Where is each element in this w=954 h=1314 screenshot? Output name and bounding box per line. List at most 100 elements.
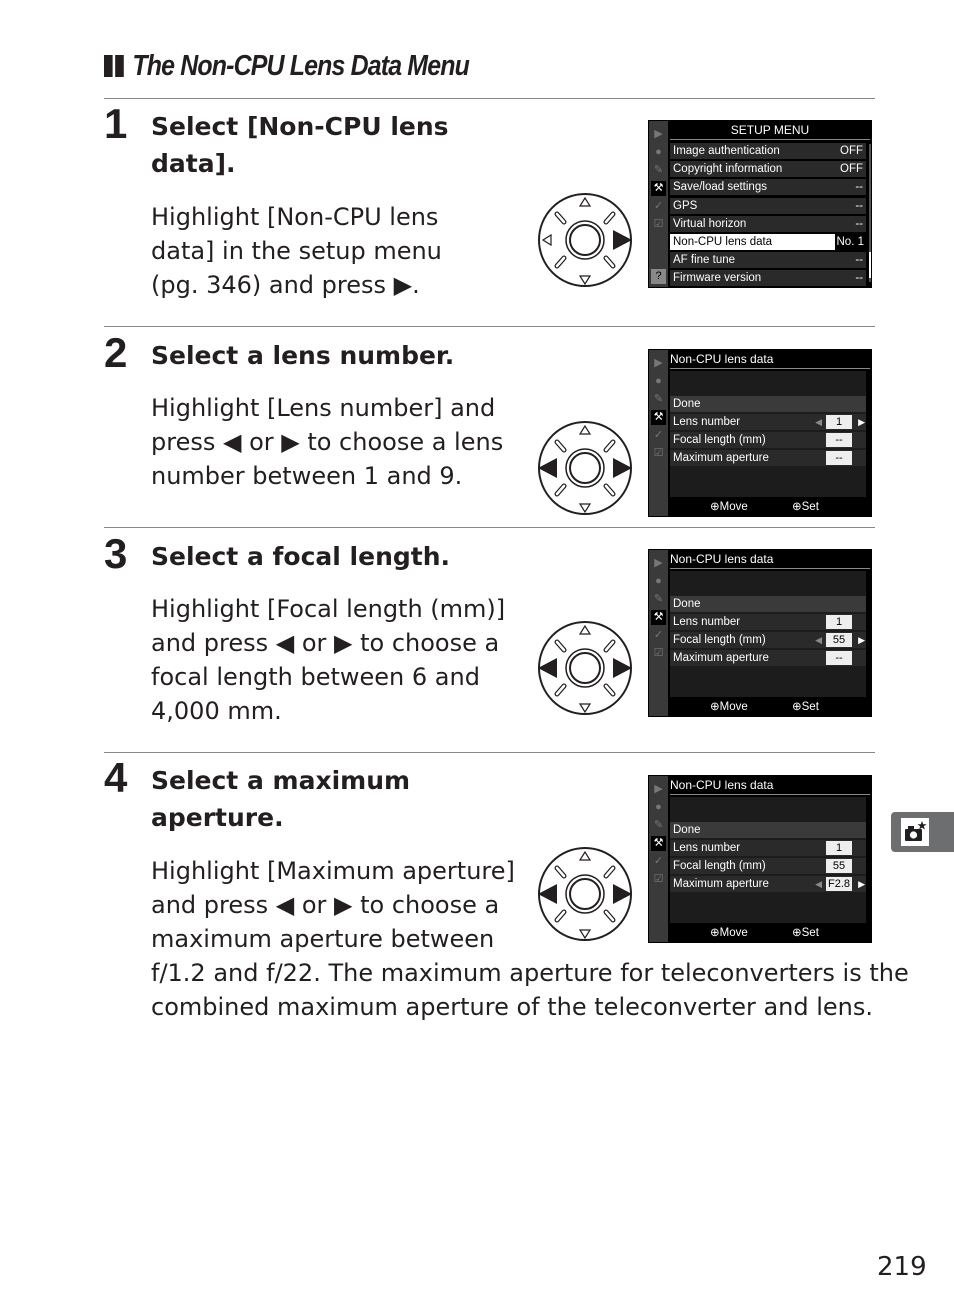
menu-item[interactable]: Done <box>670 596 866 612</box>
menu-sidebar: ▶ ● ✎ ⚒ ✓ ☑ <box>649 350 668 516</box>
my-menu-icon[interactable]: ☑ <box>651 217 666 232</box>
custom-settings-icon[interactable]: ✎ <box>651 392 666 407</box>
menu-item-label: Focal length (mm) <box>673 434 766 446</box>
multi-selector-icon: ⊕ <box>710 501 720 513</box>
menu-item-label: Lens number <box>673 416 741 428</box>
menu-item-label: Done <box>673 598 701 610</box>
menu-item[interactable]: Firmware version -- <box>670 270 866 287</box>
increase-arrow-icon[interactable]: ▶ <box>858 414 865 430</box>
move-hint: ⊕Move <box>710 925 748 941</box>
menu-item-value: -- <box>826 451 852 465</box>
menu-item[interactable]: Maximum aperture -- <box>670 650 866 666</box>
playback-menu-icon[interactable]: ▶ <box>651 556 666 571</box>
menu-item[interactable]: Lens number 1 <box>670 840 866 856</box>
retouch-menu-icon[interactable]: ✓ <box>651 199 666 214</box>
menu-item[interactable]: Focal length (mm) ◀ 55 ▶ <box>670 632 866 648</box>
menu-item-value: 55 <box>826 633 852 647</box>
menu-item[interactable]: Lens number 1 <box>670 614 866 630</box>
menu-item[interactable]: Focal length (mm) 55 <box>670 858 866 874</box>
menu-title: SETUP MENU <box>670 122 870 140</box>
retouch-menu-icon[interactable]: ✓ <box>651 854 666 869</box>
section-title: The Non-CPU Lens Data Menu <box>104 50 470 83</box>
menu-item[interactable]: Focal length (mm) -- <box>670 432 866 448</box>
custom-settings-icon[interactable]: ✎ <box>651 818 666 833</box>
menu-item[interactable]: Save/load settings -- <box>670 179 866 196</box>
step-title: Select a maximum <box>151 766 411 795</box>
menu-item[interactable]: GPS -- <box>670 197 866 214</box>
setup-menu-icon[interactable]: ⚒ <box>651 610 666 625</box>
camera-menu-screen: ▶ ● ✎ ⚒ ✓ ☑ Non-CPU lens data Done Lens number… <box>648 549 872 717</box>
step-title: Select a focal length. <box>151 542 451 571</box>
decrease-arrow-icon[interactable]: ◀ <box>815 876 822 892</box>
retouch-menu-icon[interactable]: ✓ <box>651 428 666 443</box>
menu-item[interactable]: Done <box>670 822 866 838</box>
playback-menu-icon[interactable]: ▶ <box>651 356 666 371</box>
step-body-line: Highlight [Maximum aperture] <box>151 857 515 885</box>
menu-item[interactable]: Maximum aperture ◀ F2.8 ▶ <box>670 876 866 892</box>
shooting-menu-icon[interactable]: ● <box>651 374 666 389</box>
menu-item-label: Lens number <box>673 842 741 854</box>
setup-menu-icon[interactable]: ⚒ <box>651 181 666 196</box>
step-title: data]. <box>151 149 236 178</box>
menu-item[interactable]: Image authentication OFF <box>670 143 866 159</box>
step-body-line: 4,000 mm. <box>151 697 282 725</box>
section-marker-icon <box>104 50 126 83</box>
menu-item-value: -- <box>826 651 852 665</box>
playback-menu-icon[interactable]: ▶ <box>651 127 666 142</box>
menu-item-label: Virtual horizon <box>673 217 747 230</box>
shooting-menu-icon[interactable]: ● <box>651 574 666 589</box>
custom-settings-icon[interactable]: ✎ <box>651 163 666 178</box>
custom-settings-icon[interactable]: ✎ <box>651 592 666 607</box>
chapter-tab[interactable] <box>891 812 954 852</box>
menu-item-value: 1 <box>826 615 852 629</box>
my-menu-icon[interactable]: ☑ <box>651 872 666 887</box>
menu-title: Non-CPU lens data <box>670 351 870 369</box>
step-body-line: Highlight [Focal length (mm)] <box>151 595 506 623</box>
menu-item[interactable]: AF fine tune -- <box>670 252 866 269</box>
my-menu-icon[interactable]: ☑ <box>651 646 666 661</box>
ok-icon: ⊕ <box>792 927 802 939</box>
step-title: aperture. <box>151 803 284 832</box>
move-hint: ⊕Move <box>710 499 748 515</box>
menu-item[interactable]: Lens number ◀ 1 ▶ <box>670 414 866 430</box>
menu-item-value: OFF <box>840 145 863 157</box>
increase-arrow-icon[interactable]: ▶ <box>858 876 865 892</box>
menu-item-value: F2.8 <box>826 877 852 891</box>
step-body-line: focal length between 6 and <box>151 663 480 691</box>
menu-item[interactable]: Maximum aperture -- <box>670 450 866 466</box>
menu-item-value: 55 <box>826 859 852 873</box>
increase-arrow-icon[interactable]: ▶ <box>858 632 865 648</box>
menu-item[interactable]: Non-CPU lens data No. 1 <box>670 234 866 250</box>
camera-menu-screen: ▶ ● ✎ ⚒ ✓ ☑ Non-CPU lens data Done Lens number… <box>648 775 872 943</box>
step-number: 3 <box>104 530 128 577</box>
menu-item[interactable]: Done <box>670 396 866 412</box>
step-title: Select a lens number. <box>151 341 455 370</box>
menu-title: Non-CPU lens data <box>670 551 870 569</box>
retouch-menu-icon[interactable]: ✓ <box>651 628 666 643</box>
camera-star-icon <box>901 818 929 846</box>
scrollbar[interactable] <box>869 144 871 282</box>
menu-item-value: -- <box>855 181 863 194</box>
playback-menu-icon[interactable]: ▶ <box>651 782 666 797</box>
menu-item[interactable]: Copyright information OFF <box>670 161 866 178</box>
my-menu-icon[interactable]: ☑ <box>651 446 666 461</box>
setup-menu-icon[interactable]: ⚒ <box>651 410 666 425</box>
decrease-arrow-icon[interactable]: ◀ <box>815 632 822 648</box>
ok-icon: ⊕ <box>792 701 802 713</box>
setup-menu-icon[interactable]: ⚒ <box>651 836 666 851</box>
shooting-menu-icon[interactable]: ● <box>651 800 666 815</box>
scrollbar-thumb[interactable] <box>869 252 871 278</box>
multi-selector-dial-icon <box>535 620 635 720</box>
step-body-line: data] in the setup menu <box>151 237 442 265</box>
section-title-text: The Non-CPU Lens Data Menu <box>132 50 469 82</box>
multi-selector-icon: ⊕ <box>710 927 720 939</box>
shooting-menu-icon[interactable]: ● <box>651 145 666 160</box>
set-label: Set <box>801 501 819 513</box>
step-body-line: and press ◀ or ▶ to choose a <box>151 629 500 657</box>
help-icon[interactable]: ? <box>651 269 666 284</box>
menu-sidebar: ▶ ● ✎ ⚒ ✓ ☑ <box>649 776 668 942</box>
menu-item[interactable]: Virtual horizon -- <box>670 215 866 232</box>
step-number: 2 <box>104 329 128 376</box>
decrease-arrow-icon[interactable]: ◀ <box>815 414 822 430</box>
menu-item-label: Lens number <box>673 616 741 628</box>
